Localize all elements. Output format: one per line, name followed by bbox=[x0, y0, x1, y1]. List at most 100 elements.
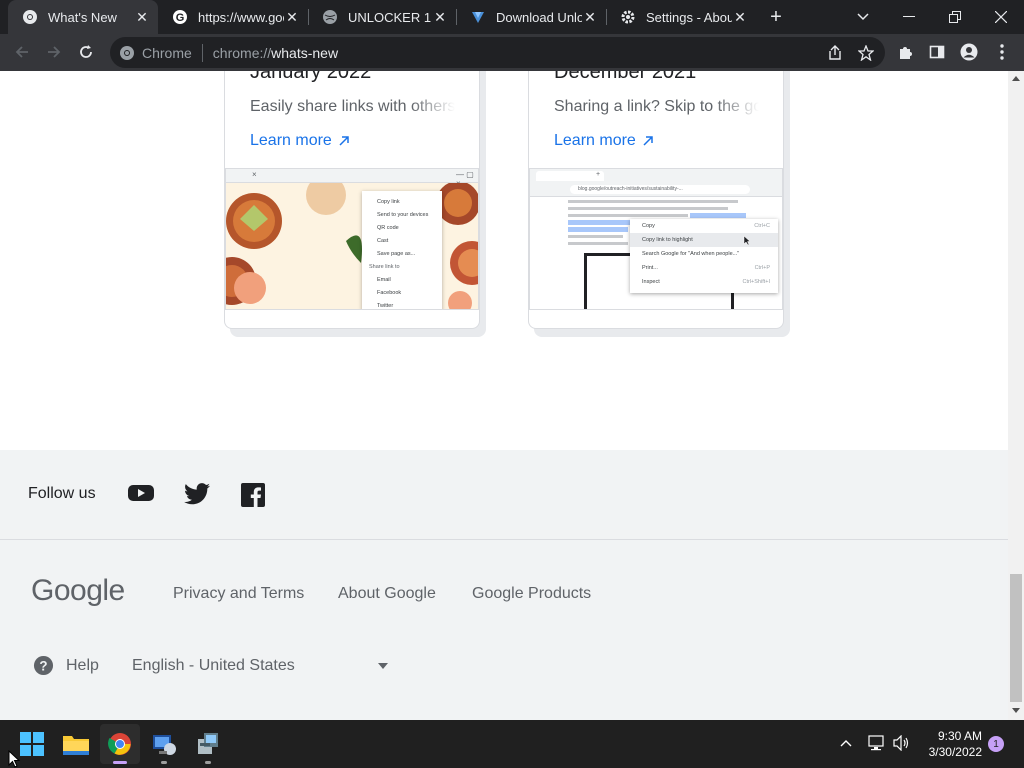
close-icon bbox=[995, 11, 1007, 23]
close-window-button[interactable] bbox=[978, 0, 1024, 34]
share-menu-item: Email bbox=[377, 277, 391, 283]
close-tab-icon[interactable]: ✕ bbox=[284, 9, 300, 25]
scroll-down-icon[interactable] bbox=[1012, 708, 1020, 713]
dropdown-arrow-icon bbox=[378, 663, 388, 669]
scroll-thumb[interactable] bbox=[1010, 574, 1022, 702]
active-indicator bbox=[113, 761, 127, 764]
svg-text:G: G bbox=[176, 12, 185, 24]
network-app-button[interactable] bbox=[144, 724, 184, 764]
download-site-icon bbox=[470, 9, 486, 25]
file-explorer-button[interactable] bbox=[56, 724, 96, 764]
tab-strip: What's New ✕ G https://www.goo ✕ UNLOCKE… bbox=[0, 0, 1024, 34]
menu-button[interactable] bbox=[987, 37, 1017, 67]
close-tab-icon[interactable]: ✕ bbox=[582, 9, 598, 25]
extensions-button[interactable] bbox=[891, 37, 921, 67]
back-button[interactable] bbox=[7, 37, 37, 67]
show-hidden-icons-button[interactable] bbox=[840, 734, 852, 752]
share-menu-item: QR code bbox=[377, 225, 399, 231]
text-fade bbox=[715, 91, 759, 121]
tab-settings[interactable]: Settings - About ✕ bbox=[606, 0, 756, 34]
page-content: January 2022 Easily share links with oth… bbox=[0, 71, 1008, 720]
page-footer: Follow us Google Privacy and Terms About… bbox=[0, 450, 1008, 720]
puzzle-icon bbox=[900, 47, 912, 59]
clock-date: 3/30/2022 bbox=[928, 745, 982, 759]
google-logo[interactable]: Google bbox=[31, 574, 125, 608]
network-status-icon[interactable] bbox=[868, 735, 886, 756]
side-panel-button[interactable] bbox=[922, 37, 952, 67]
url-path: whats-new bbox=[271, 44, 339, 61]
chevron-down-icon bbox=[857, 13, 869, 21]
twitter-icon[interactable] bbox=[184, 483, 210, 510]
reload-button[interactable] bbox=[71, 37, 101, 67]
tab-title: What's New bbox=[48, 9, 117, 25]
privacy-terms-link[interactable]: Privacy and Terms bbox=[173, 585, 304, 603]
running-indicator bbox=[161, 761, 167, 764]
tab-title: UNLOCKER 1.9.2 bbox=[348, 9, 432, 25]
arrow-right-icon bbox=[48, 46, 61, 58]
share-menu: Copy link Send to your devices QR code C… bbox=[362, 191, 442, 309]
close-tab-icon[interactable]: ✕ bbox=[732, 9, 748, 25]
tab-download[interactable]: Download Unloc ✕ bbox=[456, 0, 606, 34]
arrow-left-icon bbox=[15, 46, 28, 58]
network-app-icon bbox=[153, 735, 176, 755]
profile-icon bbox=[960, 43, 978, 61]
site-chip: Chrome bbox=[142, 44, 192, 61]
about-google-link[interactable]: About Google bbox=[338, 585, 436, 603]
context-menu-item: Search Google for "And when people..." bbox=[642, 251, 740, 257]
tab-whats-new[interactable]: What's New ✕ bbox=[8, 0, 158, 34]
help-icon: ? bbox=[33, 655, 54, 676]
feature-screenshot-highlight: + blog.google/outreach-initiatives/susta… bbox=[529, 168, 783, 310]
learn-more-link[interactable]: Learn more bbox=[554, 132, 654, 150]
tab-unlocker[interactable]: UNLOCKER 1.9.2 ✕ bbox=[308, 0, 456, 34]
share-icon[interactable] bbox=[827, 44, 843, 61]
close-tab-icon[interactable]: ✕ bbox=[134, 9, 150, 25]
running-indicator bbox=[205, 761, 211, 764]
profile-button[interactable] bbox=[954, 37, 984, 67]
share-menu-heading: Share link to bbox=[369, 264, 400, 270]
feature-screenshot-share: × — ▢ × Copy link Send to you bbox=[225, 168, 479, 310]
mouse-cursor-icon bbox=[743, 235, 751, 246]
new-tab-button[interactable]: + bbox=[764, 5, 788, 29]
more-vert-icon bbox=[1000, 44, 1004, 60]
chrome-icon bbox=[119, 45, 135, 61]
installer-app-button[interactable] bbox=[188, 724, 228, 764]
forward-button[interactable] bbox=[39, 37, 69, 67]
star-icon[interactable] bbox=[858, 44, 874, 61]
mini-browser-bar: + blog.google/outreach-initiatives/susta… bbox=[530, 169, 782, 197]
close-tab-icon[interactable]: ✕ bbox=[432, 9, 448, 25]
chip-divider bbox=[201, 43, 203, 62]
footer-divider bbox=[0, 539, 1008, 540]
language-value: English - United States bbox=[132, 657, 295, 674]
clock[interactable]: 9:30 AM 3/30/2022 bbox=[920, 728, 982, 760]
tab-google[interactable]: G https://www.goo ✕ bbox=[158, 0, 308, 34]
facebook-icon[interactable] bbox=[241, 483, 265, 512]
youtube-icon[interactable] bbox=[128, 483, 154, 508]
page-scrollbar[interactable] bbox=[1008, 71, 1024, 720]
chrome-icon bbox=[22, 9, 38, 25]
context-menu-item: Print... Ctrl+P bbox=[642, 265, 770, 271]
chrome-icon bbox=[108, 733, 131, 755]
help-label: Help bbox=[66, 656, 99, 674]
mini-tab bbox=[536, 171, 604, 181]
svg-text:?: ? bbox=[39, 658, 47, 673]
scroll-up-icon[interactable] bbox=[1012, 76, 1020, 81]
minimize-button[interactable] bbox=[886, 0, 932, 34]
google-products-link[interactable]: Google Products bbox=[472, 585, 591, 603]
context-menu: Copy Ctrl+C Copy link to highlight Search… bbox=[630, 219, 778, 293]
side-panel-icon bbox=[929, 45, 945, 59]
chrome-taskbar-button[interactable] bbox=[100, 724, 140, 764]
learn-more-link[interactable]: Learn more bbox=[250, 132, 350, 150]
minimize-icon bbox=[903, 16, 915, 17]
restore-button[interactable] bbox=[932, 0, 978, 34]
volume-icon[interactable] bbox=[893, 734, 911, 756]
arrow-outward-icon bbox=[643, 136, 653, 146]
browser-toolbar: Chrome chrome:// whats-new bbox=[0, 34, 1024, 71]
follow-us-label: Follow us bbox=[28, 485, 96, 502]
url-scheme: chrome:// bbox=[212, 44, 272, 61]
file-explorer-icon bbox=[63, 736, 89, 755]
notification-badge[interactable]: 1 bbox=[988, 736, 1004, 752]
help-link[interactable]: ? Help bbox=[33, 655, 99, 676]
tab-search-button[interactable] bbox=[840, 0, 886, 34]
address-bar[interactable]: Chrome chrome:// whats-new bbox=[110, 37, 885, 68]
language-select[interactable]: English - United States bbox=[132, 653, 390, 679]
